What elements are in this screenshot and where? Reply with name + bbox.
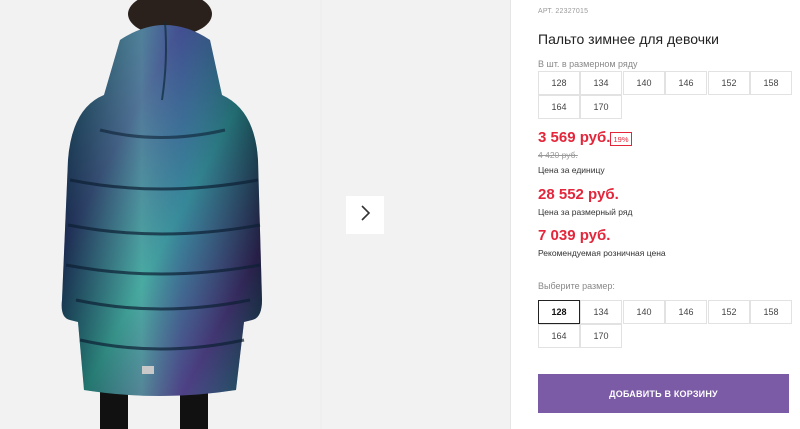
unit-price: 3 569 руб. <box>538 129 611 146</box>
size-range-cell: 152 <box>708 71 750 95</box>
size-option[interactable]: 164 <box>538 324 580 348</box>
discount-badge: 19% <box>610 132 632 146</box>
retail-price: 7 039 руб. <box>538 227 611 244</box>
size-select-label: Выберите размер: <box>538 281 615 291</box>
size-range-cell: 140 <box>623 71 665 95</box>
size-option[interactable]: 140 <box>623 300 665 324</box>
size-range-cell: 128 <box>538 71 580 95</box>
old-price: 4 420 руб. <box>538 150 578 160</box>
size-range-cell: 146 <box>665 71 707 95</box>
size-option[interactable]: 152 <box>708 300 750 324</box>
size-option[interactable]: 146 <box>665 300 707 324</box>
unit-price-label: Цена за единицу <box>538 165 605 175</box>
panel-divider <box>510 0 511 429</box>
size-option[interactable]: 170 <box>580 324 622 348</box>
size-range-cell: 170 <box>580 95 622 119</box>
size-range-label: В шт. в размерном ряду <box>538 59 638 69</box>
product-photo[interactable] <box>0 0 320 429</box>
coat-illustration <box>0 0 320 429</box>
size-option[interactable]: 134 <box>580 300 622 324</box>
add-to-cart-button[interactable]: ДОБАВИТЬ В КОРЗИНУ <box>538 374 789 413</box>
product-article: АРТ. 22327015 <box>538 8 589 15</box>
size-range-cell: 158 <box>750 71 792 95</box>
range-price: 28 552 руб. <box>538 186 619 203</box>
range-price-label: Цена за размерный ряд <box>538 207 633 217</box>
product-info-panel: АРТ. 22327015 Пальто зимнее для девочки … <box>538 0 800 429</box>
product-title: Пальто зимнее для девочки <box>538 31 719 47</box>
size-option-selected[interactable]: 128 <box>538 300 580 324</box>
gallery-next-button[interactable] <box>346 196 384 234</box>
retail-price-label: Рекомендуемая розничная цена <box>538 248 666 258</box>
size-option[interactable]: 158 <box>750 300 792 324</box>
product-gallery <box>0 0 510 429</box>
chevron-right-icon <box>359 204 371 226</box>
size-range-cell: 134 <box>580 71 622 95</box>
size-range-cell: 164 <box>538 95 580 119</box>
